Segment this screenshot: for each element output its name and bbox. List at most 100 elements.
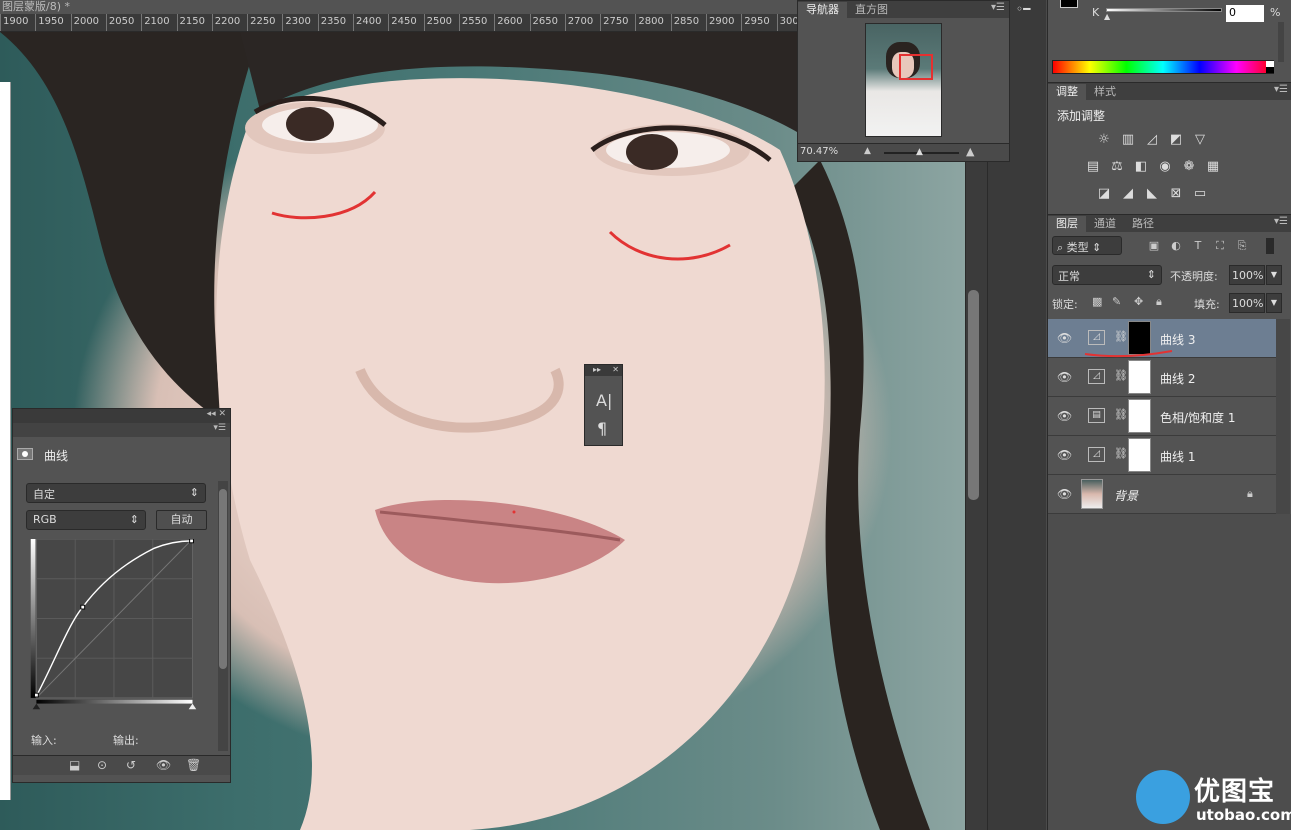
curves-scroll-thumb[interactable] (219, 489, 227, 669)
layer-row-curves-2[interactable]: 👁︎ ◿ ⛓ 曲线 2 (1048, 358, 1276, 397)
document-tab-title[interactable]: 图层蒙版/8) * (0, 0, 800, 14)
posterize-icon[interactable]: ◢ (1119, 185, 1137, 203)
mask-link-icon[interactable]: ⛓ (1114, 408, 1128, 421)
curves-channel-select[interactable]: RGB ⇕ (26, 510, 146, 530)
layer-mask-thumbnail[interactable] (1128, 438, 1151, 472)
ruler-tick-label: 2250 (250, 16, 276, 27)
color-panel-scroll[interactable] (1278, 22, 1284, 62)
layer-mask-thumbnail[interactable] (1128, 399, 1151, 433)
color-lookup-icon[interactable]: ▦ (1204, 158, 1222, 176)
hue-saturation-icon[interactable]: ▤ (1084, 158, 1102, 176)
threshold-icon[interactable]: ◣ (1143, 185, 1161, 203)
tab-styles[interactable]: 样式 (1086, 84, 1124, 100)
ruler-tick-label: 2400 (356, 16, 382, 27)
mask-link-icon[interactable]: ⛓ (1114, 447, 1128, 460)
lock-position-icon[interactable]: ✥ (1134, 295, 1143, 308)
k-slider-thumb[interactable]: ▲ (1104, 12, 1110, 21)
ruler-tick-label: 2150 (179, 16, 205, 27)
layer-kind-filter[interactable]: ⌕ 类型 ⇕ (1052, 236, 1122, 255)
channel-mixer-icon[interactable]: ❁ (1180, 158, 1198, 176)
panel-menu-icon[interactable]: ▾☰ (1274, 216, 1288, 227)
mini-panel-titlebar[interactable]: ▸▸ ✕ (585, 365, 622, 376)
background-layer-thumbnail[interactable] (1081, 479, 1103, 509)
blend-mode-select[interactable]: 正常 ⇕ (1052, 265, 1162, 285)
foreground-color-swatch[interactable] (1060, 0, 1078, 8)
type-filter-icon[interactable]: T (1190, 238, 1206, 254)
curves-preset-select[interactable]: 自定 ⇕ (26, 483, 206, 503)
view-previous-state-icon[interactable]: ⊙ (97, 758, 107, 772)
visibility-eye-icon[interactable]: 👁︎ (1057, 409, 1072, 423)
levels-icon[interactable]: ▥ (1119, 131, 1137, 149)
curves-graph[interactable] (26, 539, 201, 714)
filter-toggle[interactable] (1266, 238, 1274, 254)
lock-image-icon[interactable]: ✎ (1112, 295, 1121, 308)
brightness-icon[interactable]: ☼ (1095, 131, 1113, 149)
adjustment-filter-icon[interactable]: ◐ (1168, 238, 1184, 254)
tab-paths[interactable]: 路径 (1124, 216, 1162, 232)
visibility-eye-icon[interactable]: 👁︎ (1057, 487, 1072, 501)
k-value-input[interactable]: 0 (1226, 5, 1264, 22)
fill-dropdown-icon[interactable]: ▼ (1266, 293, 1282, 313)
tab-navigator[interactable]: 导航器 (798, 2, 847, 18)
curves-icon[interactable]: ◿ (1143, 131, 1161, 149)
clip-to-layer-icon[interactable]: ⬓ (69, 758, 80, 772)
invert-icon[interactable]: ◪ (1095, 185, 1113, 203)
panel-menu-icon[interactable]: ▾☰ (1274, 84, 1288, 95)
ruler-tick-label: 2900 (709, 16, 735, 27)
toggle-visibility-icon[interactable]: 👁︎ (156, 758, 171, 772)
layer-mask-thumbnail[interactable] (1128, 360, 1151, 394)
paragraph-panel-icon[interactable]: ¶ (597, 419, 607, 438)
ruler-tick-line (423, 14, 425, 31)
zoom-slider-thumb[interactable]: ▲ (916, 147, 923, 157)
gradient-map-icon[interactable]: ▭ (1191, 185, 1209, 203)
auto-button[interactable]: 自动 (156, 510, 207, 530)
black-white-icon[interactable]: ◧ (1132, 158, 1150, 176)
delete-icon[interactable]: 🗑︎ (186, 758, 201, 772)
smart-object-filter-icon[interactable]: ⎘ (1234, 238, 1250, 254)
mask-link-icon[interactable]: ⛓ (1114, 369, 1128, 382)
tab-adjustments[interactable]: 调整 (1048, 84, 1086, 100)
color-balance-icon[interactable]: ⚖ (1108, 158, 1126, 176)
ruler-tick-line (458, 14, 460, 31)
zoom-in-icon[interactable]: ▲ (966, 145, 974, 158)
panel-menu-icon[interactable]: ▾☰ (213, 423, 226, 433)
selective-color-icon[interactable]: ⊠ (1167, 185, 1185, 203)
exposure-icon[interactable]: ◩ (1167, 131, 1185, 149)
tab-layers[interactable]: 图层 (1048, 216, 1086, 232)
tab-histogram[interactable]: 直方图 (847, 2, 896, 18)
black-white-swatch[interactable] (1266, 61, 1274, 73)
lock-transparent-icon[interactable]: ▩ (1092, 295, 1102, 308)
opacity-input[interactable]: 100% (1229, 265, 1265, 285)
brush-preset-icon[interactable]: ◦━ (1016, 2, 1030, 16)
layer-row-background[interactable]: 👁︎ 背景 🔒︎ (1048, 475, 1276, 514)
vertical-scroll-thumb[interactable] (968, 290, 979, 500)
vibrance-icon[interactable]: ▽ (1191, 131, 1209, 149)
tab-channels[interactable]: 通道 (1086, 216, 1124, 232)
layer-row-curves-1[interactable]: 👁︎ ◿ ⛓ 曲线 1 (1048, 436, 1276, 475)
layers-scrollbar[interactable] (1276, 319, 1290, 515)
navigator-view-box[interactable] (899, 54, 933, 80)
panel-titlebar[interactable]: ◂◂ ✕ (13, 409, 230, 423)
visibility-eye-icon[interactable]: 👁︎ (1057, 370, 1072, 384)
shape-filter-icon[interactable]: ⛶ (1212, 238, 1228, 254)
photo-filter-icon[interactable]: ◉ (1156, 158, 1174, 176)
layer-row-curves-3[interactable]: 👁︎ ◿ ⛓ 曲线 3 (1048, 319, 1276, 358)
mask-link-icon[interactable]: ⛓ (1114, 330, 1128, 343)
zoom-level[interactable]: 70.47% (800, 146, 838, 157)
reset-icon[interactable]: ↺ (126, 758, 136, 772)
curves-properties-panel: ◂◂ ✕ ▾☰ 曲线 自定 ⇕ RGB ⇕ 自动 输入: 输出: ⬓ ⊙ ↺ 👁︎ (12, 408, 231, 783)
visibility-eye-icon[interactable]: 👁︎ (1057, 448, 1072, 462)
opacity-dropdown-icon[interactable]: ▼ (1266, 265, 1282, 285)
character-panel-icon[interactable]: A| (596, 391, 612, 410)
zoom-out-icon[interactable]: ▲ (864, 146, 871, 156)
panel-menu-icon[interactable]: ▾☰ (991, 2, 1005, 13)
navigator-thumbnail[interactable] (865, 23, 942, 137)
lock-all-icon[interactable]: 🔒︎ (1156, 295, 1162, 309)
visibility-eye-icon[interactable]: 👁︎ (1057, 331, 1072, 345)
k-channel-slider[interactable] (1106, 8, 1222, 12)
layer-row-hue-saturation-1[interactable]: 👁︎ ▤ ⛓ 色相/饱和度 1 (1048, 397, 1276, 436)
ruler-tick-line (176, 14, 178, 31)
pixel-filter-icon[interactable]: ▣ (1146, 238, 1162, 254)
fill-input[interactable]: 100% (1229, 293, 1265, 313)
color-spectrum-bar[interactable] (1052, 60, 1274, 74)
